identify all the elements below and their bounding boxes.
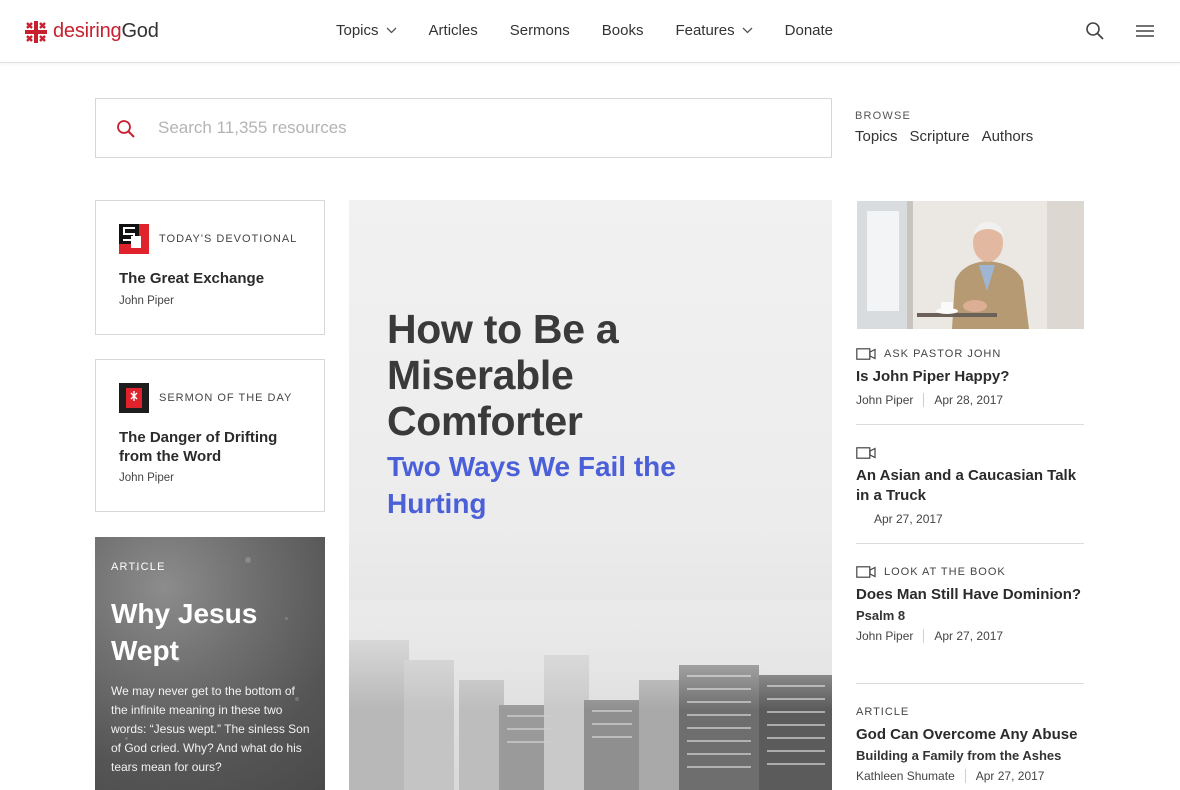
nav-sermons[interactable]: Sermons — [510, 22, 570, 39]
divider — [856, 543, 1084, 544]
devotional-card[interactable]: TODAY'S DEVOTIONAL The Great Exchange Jo… — [95, 200, 325, 335]
article-card-why-jesus-wept[interactable]: ARTICLE Why Jesus Wept We may never get … — [95, 537, 325, 790]
site-logo[interactable]: desiringGod — [25, 20, 159, 43]
sermon-card[interactable]: SERMON OF THE DAY The Danger of Drifting… — [95, 359, 325, 512]
nav-books[interactable]: Books — [602, 22, 644, 39]
hamburger-menu-icon[interactable] — [1135, 21, 1155, 41]
browse-topics-link[interactable]: Topics — [855, 128, 898, 145]
divider — [856, 683, 1084, 684]
item-date: Apr 27, 2017 — [874, 512, 943, 526]
devotional-title[interactable]: The Great Exchange — [119, 269, 309, 288]
city-skyline-image — [349, 600, 832, 790]
chevron-down-icon — [742, 27, 753, 34]
right-item-1[interactable]: ASK PASTOR JOHN Is John Piper Happy? Joh… — [856, 347, 1084, 407]
item-date: Apr 27, 2017 — [934, 629, 1004, 643]
video-camera-icon — [856, 447, 876, 459]
item-title[interactable]: An Asian and a Caucasian Talk in a Truck — [856, 466, 1084, 506]
featured-photo-john-piper[interactable] — [857, 201, 1084, 329]
right-item-4[interactable]: ARTICLE God Can Overcome Any Abuse Build… — [856, 705, 1084, 783]
logo-suffix: God — [121, 20, 159, 42]
article-title[interactable]: Why Jesus Wept — [111, 595, 311, 669]
search-icon[interactable] — [1085, 21, 1105, 41]
nav-articles[interactable]: Articles — [429, 22, 478, 39]
devotional-type: TODAY'S DEVOTIONAL — [159, 233, 298, 245]
item-type: LOOK AT THE BOOK — [884, 566, 1006, 578]
search-box — [95, 98, 832, 158]
item-author[interactable]: John Piper — [856, 629, 913, 643]
nav-donate[interactable]: Donate — [785, 22, 833, 39]
browse-scripture-link[interactable]: Scripture — [910, 128, 970, 145]
browse-panel: BROWSE Topics Scripture Authors — [855, 110, 1045, 145]
article-excerpt: We may never get to the bottom of the in… — [111, 684, 310, 774]
search-input[interactable] — [158, 113, 798, 143]
item-author[interactable]: Kathleen Shumate — [856, 769, 955, 783]
item-author[interactable]: John Piper — [856, 393, 913, 407]
nav-topics[interactable]: Topics — [336, 22, 397, 39]
item-title[interactable]: God Can Overcome Any Abuse — [856, 725, 1084, 745]
logo-prefix: desiring — [53, 20, 122, 42]
portrait-image — [857, 201, 1084, 329]
item-date: Apr 28, 2017 — [934, 393, 1004, 407]
item-subtitle: Building a Family from the Ashes — [856, 748, 1062, 763]
solid-joys-icon — [119, 224, 149, 254]
item-subtitle: Psalm 8 — [856, 608, 906, 623]
item-title[interactable]: Does Man Still Have Dominion? — [856, 585, 1084, 605]
item-type: ARTICLE — [856, 706, 910, 718]
item-type: ASK PASTOR JOHN — [884, 348, 1002, 360]
right-item-2[interactable]: An Asian and a Caucasian Talk in a Truck… — [856, 446, 1084, 526]
browse-label: BROWSE — [855, 110, 912, 122]
right-item-3[interactable]: LOOK AT THE BOOK Does Man Still Have Dom… — [856, 565, 1084, 643]
hero-feature[interactable]: How to Be a Miserable Comforter Two Ways… — [349, 200, 832, 790]
video-camera-icon — [856, 566, 876, 578]
divider — [856, 424, 1084, 425]
main-nav: Topics Articles Sermons Books Features D… — [336, 22, 865, 39]
site-header: desiringGod Topics Articles Sermons Book… — [0, 0, 1180, 63]
sermon-author[interactable]: John Piper — [119, 472, 174, 484]
sermon-title[interactable]: The Danger of Drifting from the Word — [119, 428, 309, 466]
logo-mark-icon — [25, 20, 47, 43]
video-camera-icon — [856, 348, 876, 360]
devotional-author[interactable]: John Piper — [119, 295, 174, 307]
article-type: ARTICLE — [111, 561, 166, 573]
nav-features[interactable]: Features — [675, 22, 753, 39]
sermon-icon — [119, 383, 149, 413]
browse-authors-link[interactable]: Authors — [982, 128, 1034, 145]
hero-title[interactable]: How to Be a Miserable Comforter — [387, 306, 687, 444]
item-title[interactable]: Is John Piper Happy? — [856, 367, 1084, 387]
chevron-down-icon — [386, 27, 396, 34]
search-icon — [117, 120, 135, 138]
sermon-type: SERMON OF THE DAY — [159, 392, 293, 404]
item-date: Apr 27, 2017 — [975, 769, 1045, 783]
hero-subtitle[interactable]: Two Ways We Fail the Hurting — [387, 448, 687, 522]
